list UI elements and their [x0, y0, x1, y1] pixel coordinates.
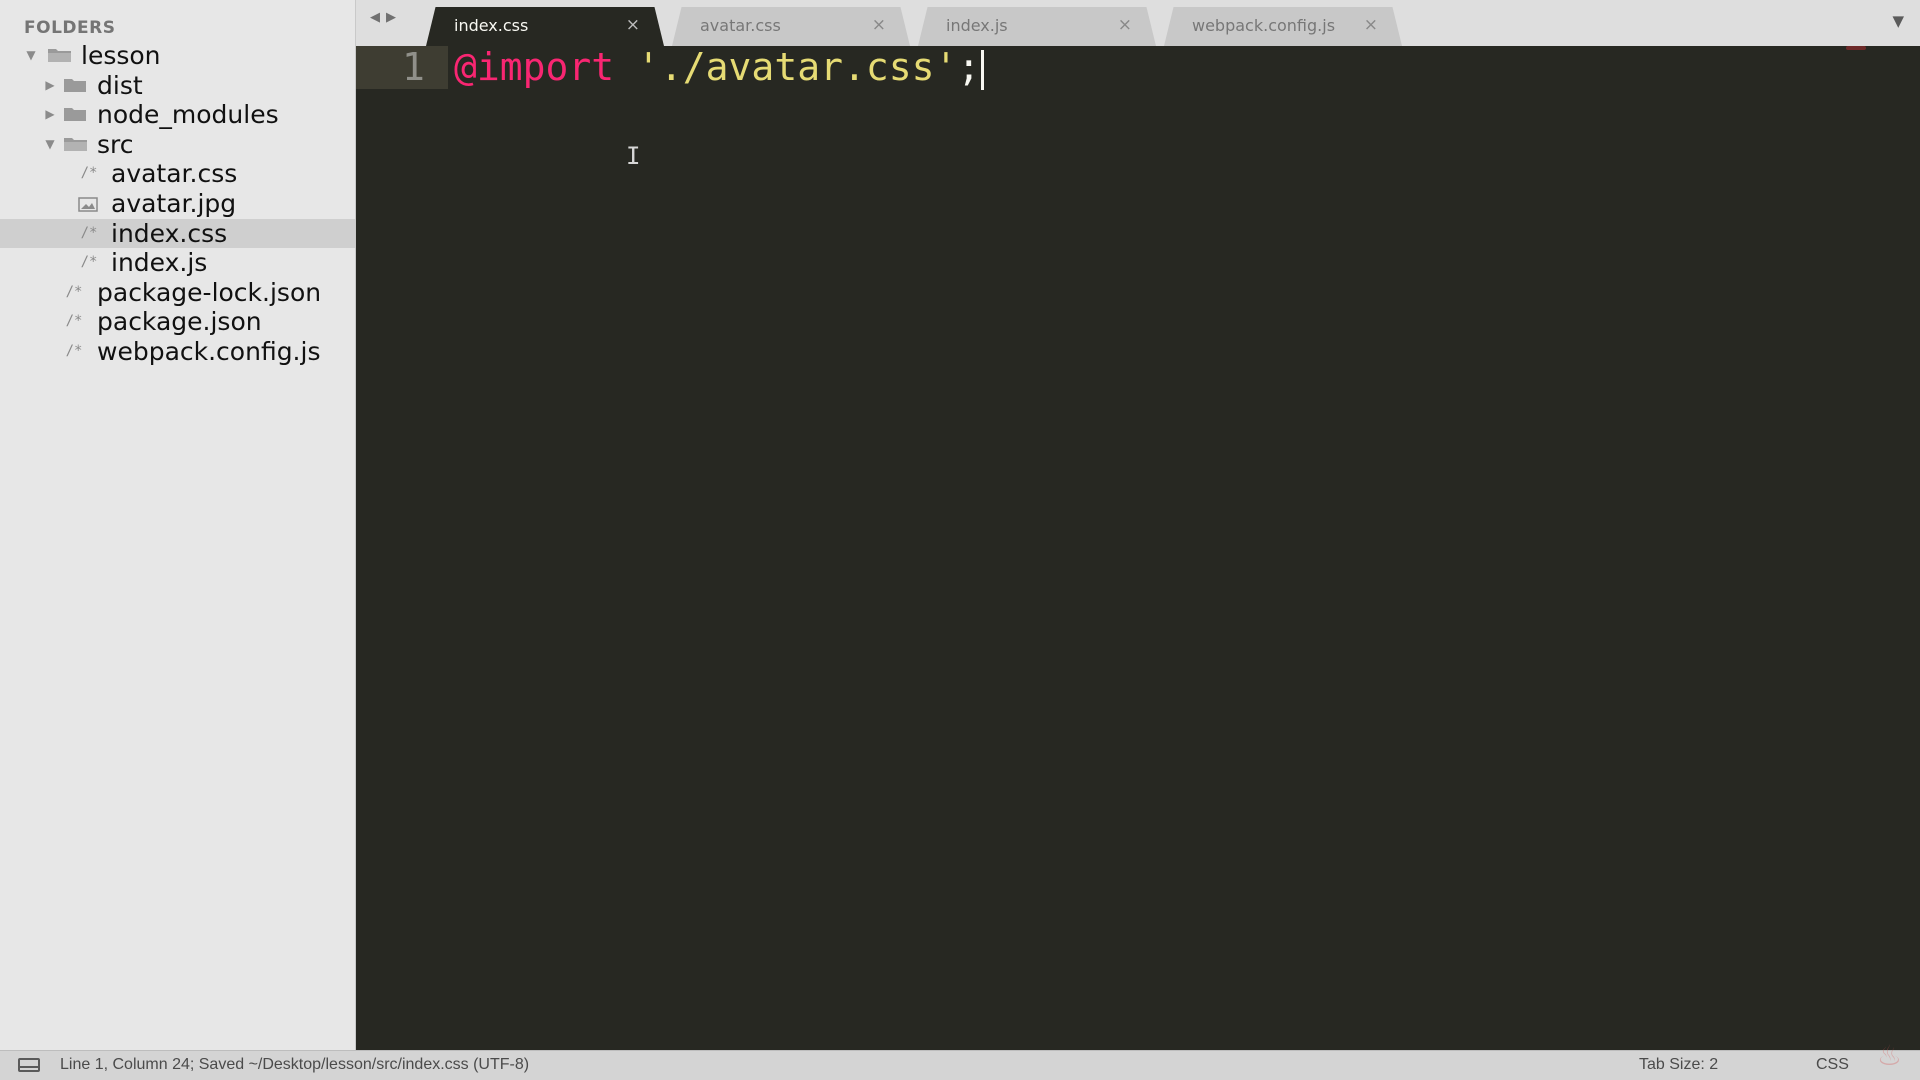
- tab-label-index-js: index.js: [946, 16, 1008, 35]
- tree-label-package-lock-json: package-lock.json: [97, 277, 322, 307]
- close-icon[interactable]: ×: [1118, 15, 1132, 35]
- file-code-icon: /*: [65, 283, 83, 300]
- code-editor[interactable]: 1 @import './avatar.css'; I: [356, 46, 1920, 1050]
- chevron-down-icon[interactable]: ▼: [43, 130, 57, 160]
- tab-index-js[interactable]: index.js ×: [918, 7, 1156, 46]
- arrow-left-icon[interactable]: ◀: [370, 10, 380, 25]
- tree-item-avatar-css[interactable]: /* avatar.css: [0, 159, 355, 189]
- close-icon[interactable]: ×: [872, 15, 886, 35]
- tab-webpack-config-js[interactable]: webpack.config.js ×: [1164, 7, 1402, 46]
- line-gutter: 1: [356, 46, 448, 1050]
- css-import-keyword: @import: [454, 46, 615, 89]
- tree-label-lesson: lesson: [81, 41, 161, 70]
- status-tab-size[interactable]: Tab Size: 2: [1639, 1056, 1718, 1074]
- chevron-right-icon[interactable]: ▶: [43, 71, 57, 101]
- tree-item-index-css[interactable]: /* index.css: [0, 218, 355, 249]
- tree-item-avatar-jpg[interactable]: avatar.jpg: [0, 188, 355, 219]
- chevron-right-icon[interactable]: ▶: [43, 100, 57, 130]
- tab-label-index-css: index.css: [454, 16, 529, 35]
- tab-bar: ◀ ▶ index.css × avatar.css × index.js × …: [356, 0, 1920, 46]
- tree-item-node-modules[interactable]: ▶ node_modules: [0, 100, 355, 130]
- sidebar-header: FOLDERS: [24, 18, 116, 38]
- tree-label-src: src: [97, 129, 134, 159]
- folder-open-icon: [63, 130, 87, 160]
- tree-item-package-json[interactable]: /* package.json: [0, 307, 355, 337]
- text-cursor: [981, 49, 985, 90]
- tree-label-node-modules: node_modules: [97, 100, 279, 130]
- arrow-right-icon[interactable]: ▶: [386, 10, 396, 25]
- tree-item-dist[interactable]: ▶ dist: [0, 70, 355, 101]
- file-code-icon: /*: [65, 342, 83, 359]
- tree-label-avatar-jpg: avatar.jpg: [111, 188, 237, 218]
- close-icon[interactable]: ×: [1364, 15, 1378, 35]
- text-select-cursor-icon: I: [626, 142, 641, 170]
- tree-item-index-js[interactable]: /* index.js: [0, 248, 355, 278]
- folder-open-icon: [47, 41, 71, 71]
- tree-label-index-js: index.js: [111, 248, 208, 278]
- tree-item-package-lock-json[interactable]: /* package-lock.json: [0, 277, 355, 308]
- chevron-down-icon[interactable]: ▼: [24, 41, 38, 71]
- folder-icon: [63, 100, 87, 130]
- tree-label-index-css: index.css: [111, 218, 228, 248]
- image-file-icon: [78, 189, 100, 219]
- file-code-icon: /*: [80, 224, 98, 241]
- line-number: 1: [402, 46, 425, 89]
- status-bar: Line 1, Column 24; Saved ~/Desktop/lesso…: [0, 1039, 1920, 1080]
- watermark-icon: ♨: [1876, 1039, 1902, 1072]
- status-position: Line 1, Column 24; Saved ~/Desktop/lesso…: [60, 1056, 530, 1073]
- css-semicolon: ;: [957, 46, 981, 89]
- tree-label-webpack-config-js: webpack.config.js: [97, 336, 321, 366]
- tree-label-avatar-css: avatar.css: [111, 159, 238, 189]
- chevron-down-icon[interactable]: ▼: [1892, 12, 1904, 30]
- tab-navigation: ◀ ▶: [370, 10, 396, 25]
- minimap-marker: [1846, 46, 1866, 50]
- tab-label-webpack-config-js: webpack.config.js: [1192, 16, 1336, 35]
- code-line[interactable]: @import './avatar.css';: [454, 46, 985, 90]
- sidebar: FOLDERS ▼ lesson ▶ dist ▶ node_modules ▼…: [0, 0, 356, 1050]
- close-icon[interactable]: ×: [626, 15, 640, 35]
- tree-item-src[interactable]: ▼ src: [0, 129, 355, 160]
- folder-tree: ▼ lesson ▶ dist ▶ node_modules ▼ src /* …: [0, 41, 355, 367]
- tab-avatar-css[interactable]: avatar.css ×: [672, 7, 910, 46]
- tree-item-webpack-config-js[interactable]: /* webpack.config.js: [0, 336, 355, 367]
- tree-label-package-json: package.json: [97, 307, 262, 337]
- tab-index-css[interactable]: index.css ×: [426, 7, 664, 46]
- status-syntax[interactable]: CSS: [1816, 1056, 1849, 1074]
- css-import-path: './avatar.css': [637, 46, 958, 89]
- folder-icon: [63, 71, 87, 101]
- file-code-icon: /*: [65, 313, 83, 330]
- panel-toggle-icon[interactable]: [18, 1058, 40, 1072]
- tab-label-avatar-css: avatar.css: [700, 16, 781, 35]
- file-code-icon: /*: [80, 165, 98, 182]
- tree-item-lesson[interactable]: ▼ lesson: [0, 41, 355, 71]
- editor-window: FOLDERS ▼ lesson ▶ dist ▶ node_modules ▼…: [0, 0, 1920, 1080]
- file-code-icon: /*: [80, 254, 98, 271]
- tree-label-dist: dist: [97, 70, 143, 100]
